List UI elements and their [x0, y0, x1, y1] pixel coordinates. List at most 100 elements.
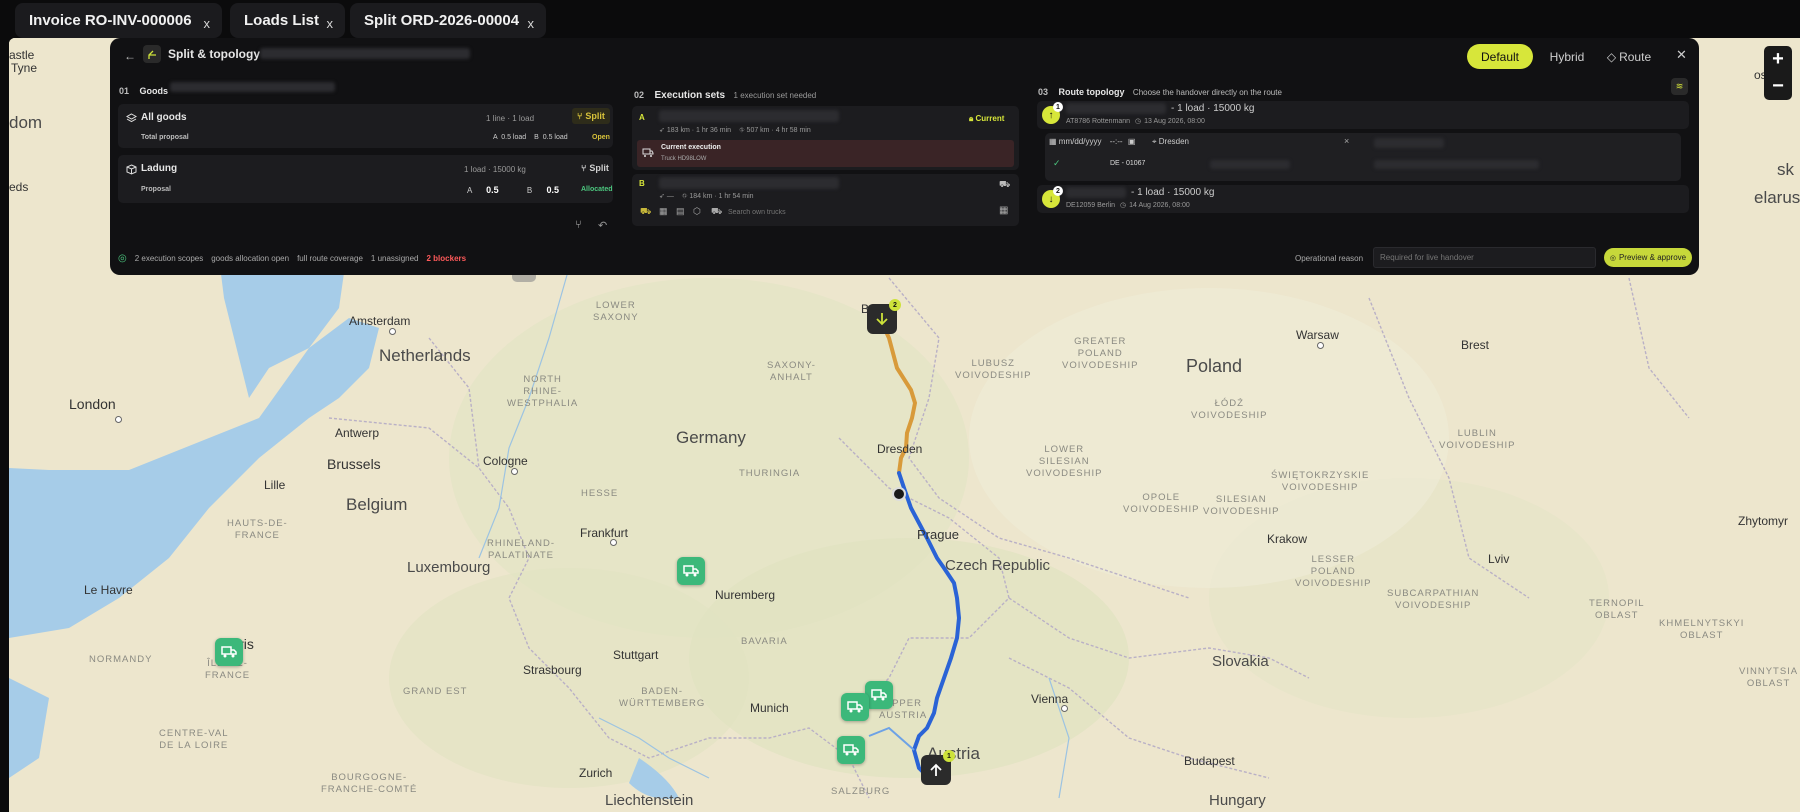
map-label: BADEN- WÜRTTEMBERG: [619, 686, 706, 709]
route-stats: ➶ 183 km · 1 hr 36 min ⛗ 507 km · 4 hr 5…: [659, 126, 811, 135]
branch-icon[interactable]: ⑂: [575, 219, 582, 231]
stop-details: DE12059 Berlin ◷ 14 Aug 2026, 08:00: [1066, 201, 1190, 209]
calendar-icon[interactable]: ▦: [999, 205, 1008, 216]
redacted-text: [260, 48, 470, 59]
map-label: Czech Republic: [945, 557, 1051, 574]
status-badge: Open: [592, 134, 610, 141]
truck-marker[interactable]: [677, 557, 705, 585]
map-label: Netherlands: [379, 346, 471, 365]
summary-unassigned: 1 unassigned: [370, 254, 419, 263]
truck-marker[interactable]: [215, 638, 243, 666]
box-icon[interactable]: ⬡: [693, 206, 701, 217]
section-num: 02: [634, 90, 645, 100]
zip-code: DE - 01067: [1110, 160, 1146, 167]
split-button[interactable]: ⑂ Split: [581, 163, 609, 173]
goods-label: All goods: [141, 112, 187, 123]
tab-loads-list[interactable]: Loads List x: [230, 3, 345, 38]
truck-marker[interactable]: [865, 681, 893, 709]
operational-reason-input[interactable]: [1373, 247, 1596, 268]
handover-editor[interactable]: ▦ mm/dd/yyyy --:-- ▣ ⌖ Dresden × ✓ DE - …: [1045, 133, 1681, 181]
city-dot: [610, 539, 617, 546]
route-stop-1[interactable]: ↑ 1 - 1 load · 15000 kg AT8786 Rottenman…: [1037, 101, 1689, 129]
map-label: Amsterdam: [349, 314, 411, 328]
map-label: SAXONY- ANHALT: [767, 360, 816, 383]
map-label: GREATER POLAND VOIVODESHIP: [1062, 336, 1139, 371]
current-execution-row[interactable]: Current execution Truck HD98LOW: [637, 140, 1014, 167]
view-mode-route[interactable]: ◇ Route: [1599, 44, 1659, 69]
split-topology-panel: ← Split & topology Default Hybrid ◇ Route…: [110, 38, 1699, 275]
map-label: elarus: [1754, 188, 1800, 207]
tab-close-button[interactable]: x: [528, 16, 535, 31]
stop-date: 14 Aug 2026, 08:00: [1129, 202, 1190, 209]
map-label: Zurich: [579, 766, 613, 780]
split-label: Split: [589, 163, 609, 173]
van-icon[interactable]: ⛟: [711, 206, 722, 218]
map-label: VINNYTSIA OBLAST: [1739, 666, 1799, 689]
pickup-stop-marker[interactable]: 1: [921, 750, 955, 785]
map-label: Le Havre: [84, 583, 133, 597]
search-trucks-input[interactable]: [728, 205, 978, 219]
map-label: Warsaw: [1296, 328, 1339, 342]
stats-primary: —: [666, 193, 674, 200]
close-icon[interactable]: ✕: [1676, 47, 1687, 63]
truck-plate: Truck HD98LOW: [661, 156, 707, 162]
section-topology-header: 03 Route topology Choose the handover di…: [1038, 82, 1282, 100]
arrow-up-icon: [930, 763, 942, 776]
split-icon: ⑂: [577, 111, 583, 121]
map-label: HESSE: [581, 488, 619, 499]
layers-icon: [126, 113, 137, 123]
map-label: CENTRE-VAL DE LA LOIRE: [159, 728, 229, 751]
back-button[interactable]: ←: [124, 49, 136, 63]
map-label: Cologne: [483, 454, 528, 468]
map-label: Liechtenstein: [605, 792, 694, 809]
close-icon[interactable]: ×: [1344, 136, 1349, 146]
zoom-in-button[interactable]: +: [1764, 46, 1792, 73]
filter-icon[interactable]: ≋: [1671, 78, 1688, 95]
map-label: London: [69, 396, 116, 412]
a-label: A: [493, 134, 498, 141]
preview-approve-button[interactable]: ◎ Preview & approve: [1604, 248, 1692, 267]
tab-close-button[interactable]: x: [327, 16, 334, 31]
zoom-out-button[interactable]: −: [1764, 73, 1792, 100]
date-input[interactable]: ▦ mm/dd/yyyy --:-- ▣: [1049, 137, 1135, 146]
map-label: LUBLIN VOIVODESHIP: [1439, 428, 1516, 451]
calendar-icon: ▦: [1049, 137, 1057, 146]
container-icon[interactable]: ▤: [676, 206, 685, 217]
trailer-icon[interactable]: ▦: [659, 206, 668, 217]
truck-icon: [871, 689, 887, 701]
map-label: KHMELNYTSKYI OBLAST: [1659, 618, 1745, 641]
city-label: Dresden: [1158, 137, 1189, 146]
truck-assign-icon[interactable]: ⛟: [999, 179, 1010, 191]
ladung-card[interactable]: Ladung 1 load · 15000 kg ⑂ Split Proposal…: [118, 155, 613, 203]
tab-close-button[interactable]: x: [204, 16, 211, 31]
a-value: 0.5 load: [501, 134, 527, 141]
truck-icon: [683, 565, 699, 577]
execution-set-b[interactable]: B ➶ — ⛗ 184 km · 1 hr 54 min ⛟ ⛟ ▦ ▤ ⬡ ⛟…: [632, 174, 1019, 226]
truck-marker[interactable]: [841, 693, 869, 721]
map-label: Slovakia: [1212, 653, 1269, 670]
tab-split-order[interactable]: Split ORD-2026-00004 x: [350, 3, 546, 38]
view-mode-hybrid[interactable]: Hybrid: [1539, 44, 1595, 69]
map-label: NORTH RHINE- WESTPHALIA: [507, 374, 579, 409]
section-num: 03: [1038, 87, 1049, 97]
truck-marker[interactable]: [837, 736, 865, 764]
summary-blockers[interactable]: 2 blockers: [427, 254, 467, 263]
map-label: Poland: [1186, 356, 1243, 376]
view-mode-default[interactable]: Default: [1467, 44, 1533, 69]
handover-city[interactable]: ⌖ Dresden: [1152, 137, 1189, 147]
truck-type-icon[interactable]: ⛟: [640, 206, 651, 218]
tab-invoice[interactable]: Invoice RO-INV-000006 x: [15, 3, 222, 38]
split-icon: ⑂: [581, 163, 587, 173]
current-label: Current: [975, 114, 1005, 123]
map-label: Stuttgart: [613, 648, 659, 662]
stop-number: 1: [1053, 102, 1063, 112]
stop-details: AT8786 Rottenmann ◷ 13 Aug 2026, 08:00: [1066, 117, 1205, 125]
split-button[interactable]: ⑂ Split: [572, 108, 610, 124]
route-stop-2[interactable]: ↓ 2 - 1 load · 15000 kg DE12059 Berlin ◷…: [1037, 185, 1689, 213]
delivery-stop-marker[interactable]: 2: [867, 299, 901, 334]
all-goods-card[interactable]: All goods 1 line · 1 load ⑂ Split Total p…: [118, 104, 613, 148]
execution-set-a[interactable]: A ➶ 183 km · 1 hr 36 min ⛗ 507 km · 4 hr…: [632, 106, 1019, 170]
handover-point-marker[interactable]: [892, 487, 906, 501]
map-label: Strasbourg: [523, 663, 582, 677]
undo-icon[interactable]: ↶: [598, 219, 607, 232]
